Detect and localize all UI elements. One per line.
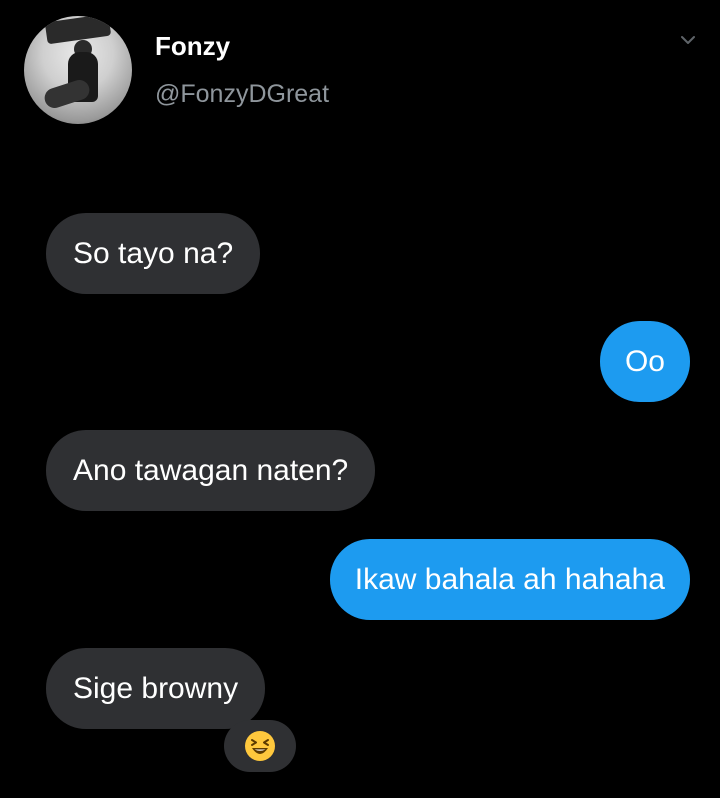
message-text: Ikaw bahala ah hahaha [354, 563, 665, 596]
message-bubble-incoming[interactable]: So tayo na? [46, 213, 261, 294]
conversation-header: Fonzy @FonzyDGreat [0, 0, 720, 140]
message-text: Ano tawagan naten? [73, 454, 349, 487]
message-bubble-outgoing[interactable]: Ikaw bahala ah hahaha [329, 539, 690, 620]
chevron-down-icon[interactable] [681, 33, 695, 47]
message-reaction[interactable] [224, 720, 296, 772]
message-bubble-incoming[interactable]: Ano tawagan naten? [46, 430, 376, 511]
message-bubble-outgoing[interactable]: Oo [599, 321, 690, 402]
display-name[interactable]: Fonzy [155, 31, 230, 62]
message-text: Sige browny [73, 672, 239, 705]
avatar-guitar-shape [42, 77, 92, 111]
message-text: Oo [624, 345, 665, 378]
message-bubble-incoming[interactable]: Sige browny [46, 648, 266, 729]
message-text: So tayo na? [73, 237, 234, 270]
laughing-face-icon [245, 731, 275, 761]
avatar[interactable] [24, 16, 132, 124]
user-handle[interactable]: @FonzyDGreat [155, 80, 329, 109]
